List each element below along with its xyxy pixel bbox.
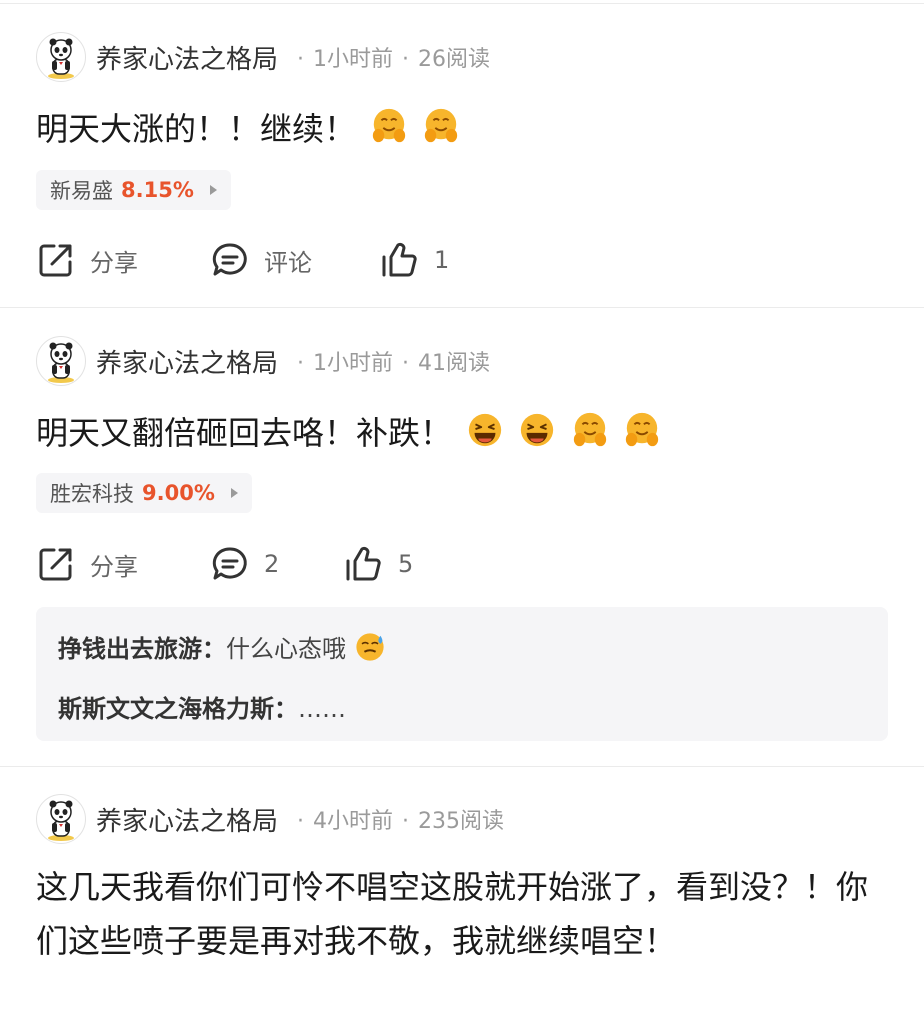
post-actions: 分享 2 5 [36,542,896,586]
comment-button[interactable]: 2 [210,542,279,586]
share-label: 分享 [90,552,138,581]
panda-avatar-icon [48,342,74,383]
meta-dot: · [297,351,305,376]
stock-change: 8.15% [121,178,194,202]
post-time: 1小时前 [313,351,394,376]
post-header: 养家心法之格局 · 1小时前 · 41阅读 [36,336,490,386]
share-icon [39,548,72,581]
hug-emoji-icon [373,108,406,143]
share-label: 分享 [90,248,138,277]
post-meta: · 4小时前 · 235阅读 [288,803,504,835]
caret-right-icon [209,185,217,195]
top-divider [0,3,924,4]
comment-icon [212,243,247,276]
meta-dot: · [297,47,305,72]
comment-label: 评论 [264,248,312,277]
stock-change: 9.00% [142,481,215,505]
panda-avatar-icon [48,38,74,79]
post-header: 养家心法之格局 · 1小时前 · 26阅读 [36,32,490,82]
like-count: 5 [398,550,414,578]
share-button[interactable]: 分享 [36,542,138,586]
comment-button[interactable]: 评论 [210,238,312,282]
post-text-content: 明天又翻倍砸回去咯！补跌！ [36,414,453,452]
stock-name: 胜宏科技 [50,482,134,506]
post-divider [0,307,924,308]
post-text-content: 明天大涨的！！继续！ [36,110,357,148]
meta-dot: · [402,351,410,376]
comment-user[interactable]: 斯斯文文之海格力斯 [58,695,274,723]
post-text: 这几天我看你们可怜不唱空这股就开始涨了，看到没？！你们这些喷子要是再对我不敬，我… [36,868,869,960]
comment-preview-box[interactable]: 挣钱出去旅游：什么心态哦 斯斯文文之海格力斯：…… [36,607,888,741]
comment-text: …… [298,695,346,723]
thumbs-up-icon [346,546,381,581]
comment-user[interactable]: 挣钱出去旅游 [58,635,202,663]
caret-right-icon [230,488,238,498]
read-count: 26阅读 [418,47,491,72]
comment-item[interactable]: 斯斯文文之海格力斯：…… [58,689,346,724]
comment-separator: ： [274,695,298,723]
meta-dot: · [297,809,305,834]
share-icon [39,244,72,277]
laugh-emoji-icon [521,413,554,447]
post-text: 明天又翻倍砸回去咯！补跌！ [36,411,661,455]
comment-text: 什么心态哦 [226,635,346,663]
post-header: 养家心法之格局 · 4小时前 · 235阅读 [36,794,504,844]
stock-tag[interactable]: 胜宏科技 9.00% [36,473,252,513]
author-name[interactable]: 养家心法之格局 [96,343,278,380]
avatar[interactable] [36,32,86,82]
comment-item[interactable]: 挣钱出去旅游：什么心态哦 [58,629,386,664]
avatar[interactable] [36,336,86,386]
meta-dot: · [402,809,410,834]
laugh-emoji-icon [469,413,502,447]
like-button[interactable]: 1 [380,238,449,282]
thumbs-up-icon [382,242,417,277]
post-meta: · 1小时前 · 41阅读 [288,345,490,377]
hug-emoji-icon [573,412,606,447]
post-divider [0,766,924,767]
stock-tag[interactable]: 新易盛 8.15% [36,170,231,210]
meta-dot: · [402,47,410,72]
author-name[interactable]: 养家心法之格局 [96,801,278,838]
comment-icon [212,547,247,580]
like-count: 1 [434,246,450,274]
author-name[interactable]: 养家心法之格局 [96,39,278,76]
post-time: 1小时前 [313,47,394,72]
comment-separator: ： [202,635,226,663]
stock-name: 新易盛 [50,179,113,203]
read-count: 41阅读 [418,351,491,376]
share-button[interactable]: 分享 [36,238,138,282]
hug-emoji-icon [425,108,458,143]
avatar[interactable] [36,794,86,844]
read-count: 235阅读 [418,809,505,834]
comment-count: 2 [264,550,280,578]
post-meta: · 1小时前 · 26阅读 [288,41,490,73]
post-actions: 分享 评论 1 [36,238,896,282]
hug-emoji-icon [625,412,658,447]
panda-avatar-icon [48,800,74,841]
sweat-emoji-icon [356,633,384,661]
like-button[interactable]: 5 [344,542,413,586]
post-time: 4小时前 [313,809,394,834]
post-text: 明天大涨的！！继续！ [36,107,460,151]
